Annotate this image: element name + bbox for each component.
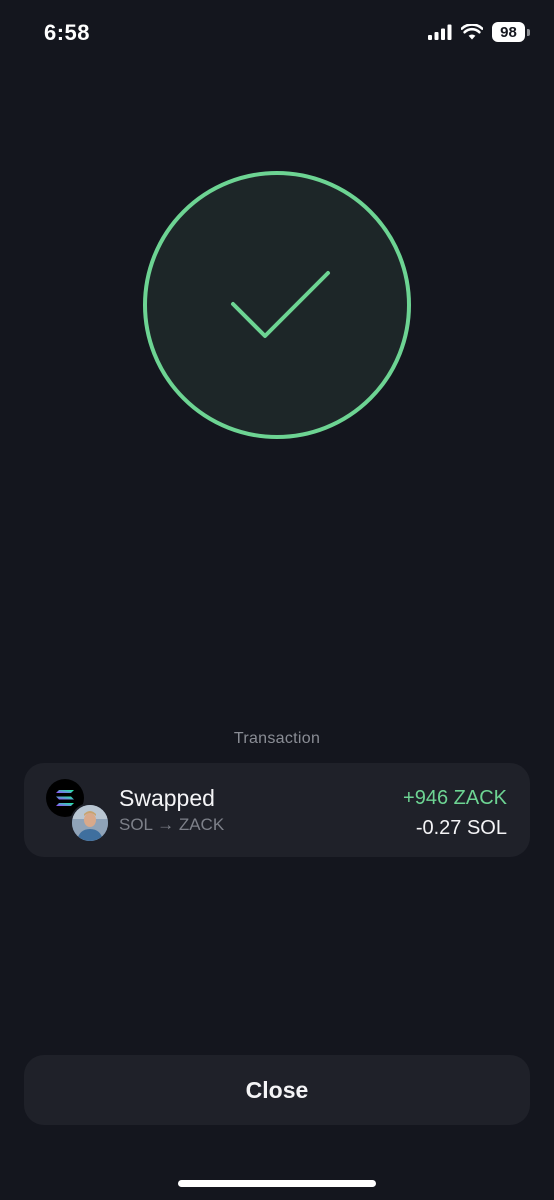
wifi-icon bbox=[461, 24, 483, 40]
success-indicator bbox=[143, 171, 411, 439]
transaction-title: Swapped bbox=[119, 785, 215, 811]
close-button[interactable]: Close bbox=[24, 1055, 530, 1125]
home-indicator[interactable] bbox=[178, 1180, 376, 1187]
battery-level: 98 bbox=[492, 22, 525, 42]
transaction-subtitle: SOL → ZACK bbox=[119, 815, 225, 834]
cellular-signal-icon bbox=[428, 24, 452, 40]
checkmark-icon bbox=[231, 271, 330, 338]
status-bar: 6:58 98 bbox=[0, 0, 554, 70]
status-icons: 98 bbox=[428, 22, 530, 42]
battery-nub bbox=[527, 28, 530, 36]
transaction-card[interactable]: Swapped SOL → ZACK +946 ZACK -0.27 SOL bbox=[24, 763, 530, 857]
transaction-section-label: Transaction bbox=[233, 730, 321, 747]
sent-amount: -0.27 SOL bbox=[415, 817, 507, 839]
battery-icon: 98 bbox=[492, 22, 530, 42]
status-time: 6:58 bbox=[44, 20, 91, 45]
zack-token-avatar bbox=[70, 803, 110, 843]
received-amount: +946 ZACK bbox=[403, 787, 507, 809]
